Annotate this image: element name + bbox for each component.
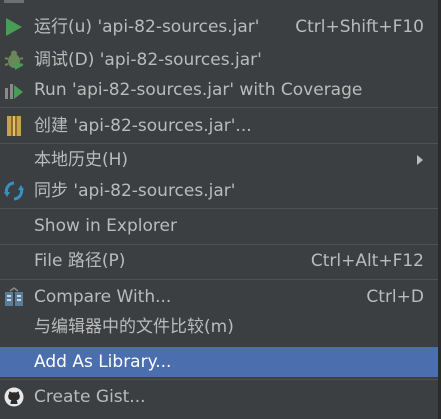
menu-item-sync-label: 同步 'api-82-sources.jar' [34,181,236,201]
create-config-icon [4,116,24,136]
menu-item-create-gist-label: Create Gist... [34,387,146,407]
github-icon [4,387,24,407]
submenu-arrow-icon [417,155,423,165]
run-icon [4,17,24,37]
menu-item-create-gist[interactable]: Create Gist... [0,382,438,412]
menu-item-run-shortcut: Ctrl+Shift+F10 [295,17,424,37]
menu-item-compare-with-editor[interactable]: 与编辑器中的文件比较(m) [0,312,438,342]
menu-item-coverage[interactable]: Run 'api-82-sources.jar' with Coverage [0,75,438,105]
menu-item-file-path[interactable]: File 路径(P) Ctrl+Alt+F12 [0,246,438,276]
menu-separator [0,107,438,108]
menu-item-run-label: 运行(u) 'api-82-sources.jar' [34,17,260,37]
menu-item-show-in-explorer-label: Show in Explorer [34,216,177,236]
menu-item-create-config-label: 创建 'api-82-sources.jar'... [34,116,252,136]
compare-icon [4,287,24,307]
menu-item-run[interactable]: 运行(u) 'api-82-sources.jar' Ctrl+Shift+F1… [0,12,438,42]
menu-item-compare-with-editor-label: 与编辑器中的文件比较(m) [34,317,234,337]
menu-separator [0,279,438,280]
menu-item-add-as-library-label: Add As Library... [34,352,172,372]
menu-item-create-config[interactable]: 创建 'api-82-sources.jar'... [0,111,438,141]
menu-item-compare-with-label: Compare With... [34,287,172,307]
menu-item-show-in-explorer[interactable]: Show in Explorer [0,211,438,241]
menu-item-add-as-library[interactable]: Add As Library... [0,347,438,377]
menu-item-local-history-label: 本地历史(H) [34,150,129,170]
menu-item-debug[interactable]: 调试(D) 'api-82-sources.jar' [0,45,438,75]
menu-item-debug-label: 调试(D) 'api-82-sources.jar' [34,50,262,70]
sync-icon [4,181,24,201]
menu-separator [0,208,438,209]
context-menu: 运行(u) 'api-82-sources.jar' Ctrl+Shift+F1… [0,0,441,419]
menu-item-coverage-label: Run 'api-82-sources.jar' with Coverage [34,80,363,100]
menu-item-local-history[interactable]: 本地历史(H) [0,145,438,175]
menu-separator [0,244,438,245]
menu-separator [0,143,438,144]
menu-item-sync[interactable]: 同步 'api-82-sources.jar' [0,176,438,206]
menu-item-compare-with[interactable]: Compare With... Ctrl+D [0,282,438,312]
debug-icon [4,50,24,70]
menu-top-stub [4,0,24,3]
menu-item-file-path-label: File 路径(P) [34,251,126,271]
coverage-icon [4,80,24,100]
menu-separator [0,379,438,380]
menu-item-file-path-shortcut: Ctrl+Alt+F12 [310,251,424,271]
menu-item-compare-with-shortcut: Ctrl+D [366,287,424,307]
